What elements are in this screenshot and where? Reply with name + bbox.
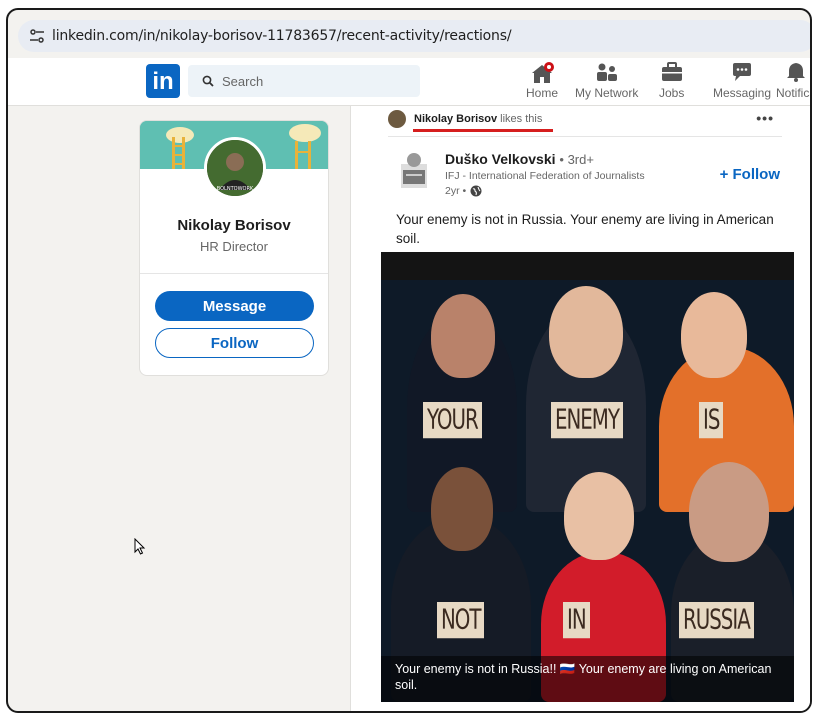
nav-jobs[interactable]: Jobs [659, 62, 684, 100]
image-word: YOUR [423, 402, 482, 439]
site-settings-icon[interactable] [22, 21, 52, 51]
feed-post: Nikolay Borisov likes this ••• Duško Vel… [350, 106, 810, 711]
search-box[interactable]: Search [188, 65, 420, 97]
image-word: IN [563, 602, 590, 639]
nav-messaging-label: Messaging [713, 86, 772, 100]
briefcase-icon [660, 62, 684, 82]
post-age: 2yr • [445, 185, 467, 197]
author-avatar[interactable] [397, 150, 431, 190]
nav-my-network-label: My Network [575, 86, 639, 100]
author-headline: IFJ - International Federation of Journa… [445, 170, 645, 182]
image-word: IS [699, 402, 724, 439]
connection-degree: • 3rd+ [559, 152, 594, 167]
activity-header: Nikolay Borisov likes this [388, 110, 542, 128]
author-line: Duško Velkovski • 3rd+ [445, 151, 594, 167]
author-name[interactable]: Duško Velkovski [445, 151, 556, 167]
profile-avatar[interactable]: BOLNTOWORK [204, 137, 266, 199]
bell-icon [784, 62, 808, 82]
divider [140, 273, 328, 274]
image-word: NOT [437, 602, 485, 639]
people-icon [595, 62, 619, 82]
nav-my-network[interactable]: My Network [575, 62, 638, 100]
post-text: Your enemy is not in Russia. Your enemy … [396, 212, 774, 246]
browser-window: linkedin.com/in/nikolay-borisov-11783657… [6, 8, 812, 713]
linkedin-logo-icon[interactable]: in [146, 64, 180, 98]
divider [388, 136, 782, 137]
nav-notifications-label: Notifica [776, 86, 810, 100]
linkedin-navbar: in Search Home My Network Jobs Messaging… [8, 58, 810, 106]
avatar-logo-text: BOLNTOWORK [217, 186, 254, 192]
follow-button[interactable]: Follow [155, 328, 314, 358]
red-underline-annotation [413, 129, 553, 132]
profile-name[interactable]: Nikolay Borisov [140, 217, 328, 234]
image-caption: Your enemy is not in Russia!! 🇷🇺 Your en… [381, 656, 794, 702]
url-text: linkedin.com/in/nikolay-borisov-11783657… [52, 28, 512, 44]
nav-messaging[interactable]: Messaging [713, 62, 771, 100]
nav-home[interactable]: Home [526, 62, 558, 100]
address-bar[interactable]: linkedin.com/in/nikolay-borisov-11783657… [18, 20, 810, 52]
follow-author-button[interactable]: + Follow [720, 166, 780, 183]
search-icon [202, 75, 214, 87]
nav-notifications[interactable]: Notifica [776, 62, 810, 100]
nav-jobs-label: Jobs [659, 86, 685, 100]
post-image[interactable]: YOUR ENEMY IS NOT IN RUSSIA Your enemy i… [381, 252, 794, 702]
nav-home-label: Home [526, 86, 559, 100]
more-options-icon[interactable]: ••• [756, 110, 774, 126]
globe-icon [470, 185, 482, 197]
message-button[interactable]: Message [155, 291, 314, 321]
image-word: ENEMY [551, 402, 623, 439]
profile-title: HR Director [200, 239, 268, 254]
liker-name[interactable]: Nikolay Borisov [414, 113, 497, 125]
liker-avatar[interactable] [388, 110, 406, 128]
post-meta: 2yr • [445, 185, 482, 197]
chat-icon [730, 62, 754, 82]
mouse-cursor-icon [134, 538, 146, 555]
activity-action: likes this [500, 113, 543, 125]
image-word: RUSSIA [679, 602, 754, 639]
profile-card: BOLNTOWORK Nikolay Borisov HR Director M… [139, 120, 329, 376]
search-placeholder: Search [222, 73, 264, 89]
home-icon [530, 62, 554, 83]
